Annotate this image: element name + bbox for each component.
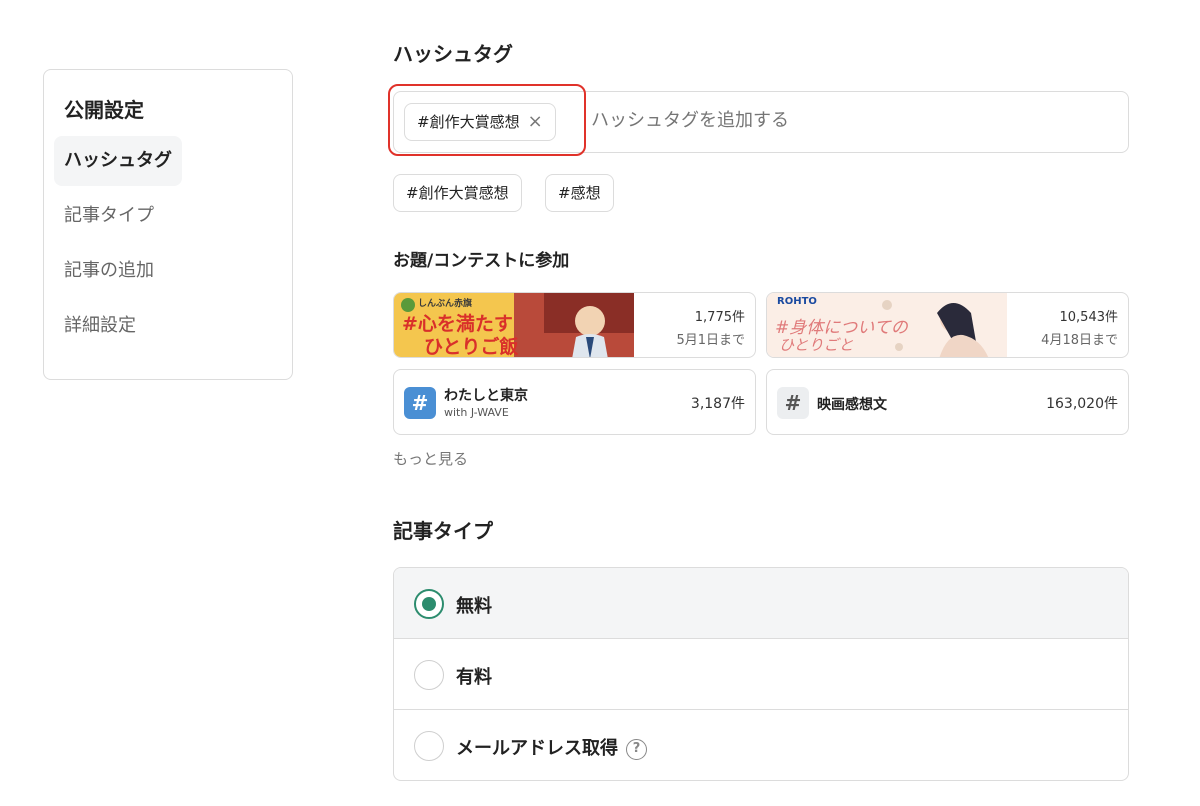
article-type-radio-group: 無料 有料 メールアドレス取得? [393, 567, 1129, 781]
sidebar-item-advanced[interactable]: 詳細設定 [54, 301, 146, 351]
help-icon[interactable]: ? [626, 738, 647, 760]
suggested-hashtag-1[interactable]: #創作大賞感想 [393, 174, 522, 212]
sidebar-title: 公開設定 [64, 98, 144, 122]
contest-count: 10,543件 [1059, 310, 1119, 325]
hashtag-add-input[interactable] [591, 110, 1091, 131]
contest-card-tokyo[interactable]: # わたしと東京 with J-WAVE 3,187件 [393, 369, 756, 435]
radio-label-email: メールアドレス取得 [456, 738, 618, 759]
settings-sidebar: 公開設定 ハッシュタグ 記事タイプ 記事の追加 詳細設定 [43, 69, 293, 380]
contest-card-karada[interactable]: ROHTO #身体についての ひとりごと 10,543件 4月18日まで [766, 292, 1129, 358]
contest-deadline: 5月1日まで [676, 333, 745, 348]
sidebar-item-article-type[interactable]: 記事タイプ [54, 191, 164, 241]
see-more-link[interactable]: もっと見る [393, 448, 468, 469]
banner-brand: ROHTO [777, 296, 817, 307]
radio-option-email[interactable]: メールアドレス取得? [394, 710, 1128, 780]
contest-banner-karada: ROHTO #身体についての ひとりごと [767, 293, 1007, 357]
radio-label-paid: 有料 [456, 667, 492, 688]
contest-deadline: 4月18日まで [1041, 333, 1118, 348]
contest-card-eiga[interactable]: # 映画感想文 163,020件 [766, 369, 1129, 435]
hashtag-section-title: ハッシュタグ [393, 42, 513, 66]
contest-name: わたしと東京 [444, 388, 528, 404]
banner-line2: ひとりごと [779, 336, 854, 354]
contest-sub: with J-WAVE [444, 406, 509, 419]
contest-name: 映画感想文 [817, 397, 887, 413]
contest-card-hitorigohan[interactable]: しんぶん赤旗 #心を満たす ひとりご飯 1,775件 5月1日まで [393, 292, 756, 358]
highlight-box [388, 84, 586, 156]
radio-label-free: 無料 [456, 596, 492, 617]
suggested-hashtag-2[interactable]: #感想 [545, 174, 614, 212]
contest-count: 1,775件 [694, 310, 745, 325]
contest-banner-hitorigohan: しんぶん赤旗 #心を満たす ひとりご飯 [394, 293, 634, 358]
contest-count: 163,020件 [1046, 396, 1118, 412]
contest-count: 3,187件 [690, 396, 745, 412]
radio-option-free[interactable]: 無料 [394, 568, 1128, 639]
sidebar-item-hashtag[interactable]: ハッシュタグ [54, 136, 182, 186]
radio-label-email-wrap: メールアドレス取得? [456, 734, 647, 760]
radio-button-checked[interactable] [414, 589, 444, 619]
hashtag-icon: # [777, 387, 809, 419]
banner-brand: しんぶん赤旗 [418, 299, 473, 309]
hashtag-icon: # [404, 387, 436, 419]
contest-section-title: お題/コンテストに参加 [393, 251, 570, 271]
banner-line2: ひとりご飯 [424, 336, 519, 358]
article-type-title: 記事タイプ [393, 519, 493, 543]
radio-option-paid[interactable]: 有料 [394, 639, 1128, 710]
radio-button[interactable] [414, 731, 444, 761]
sidebar-item-add-article[interactable]: 記事の追加 [54, 246, 164, 296]
radio-button[interactable] [414, 660, 444, 690]
